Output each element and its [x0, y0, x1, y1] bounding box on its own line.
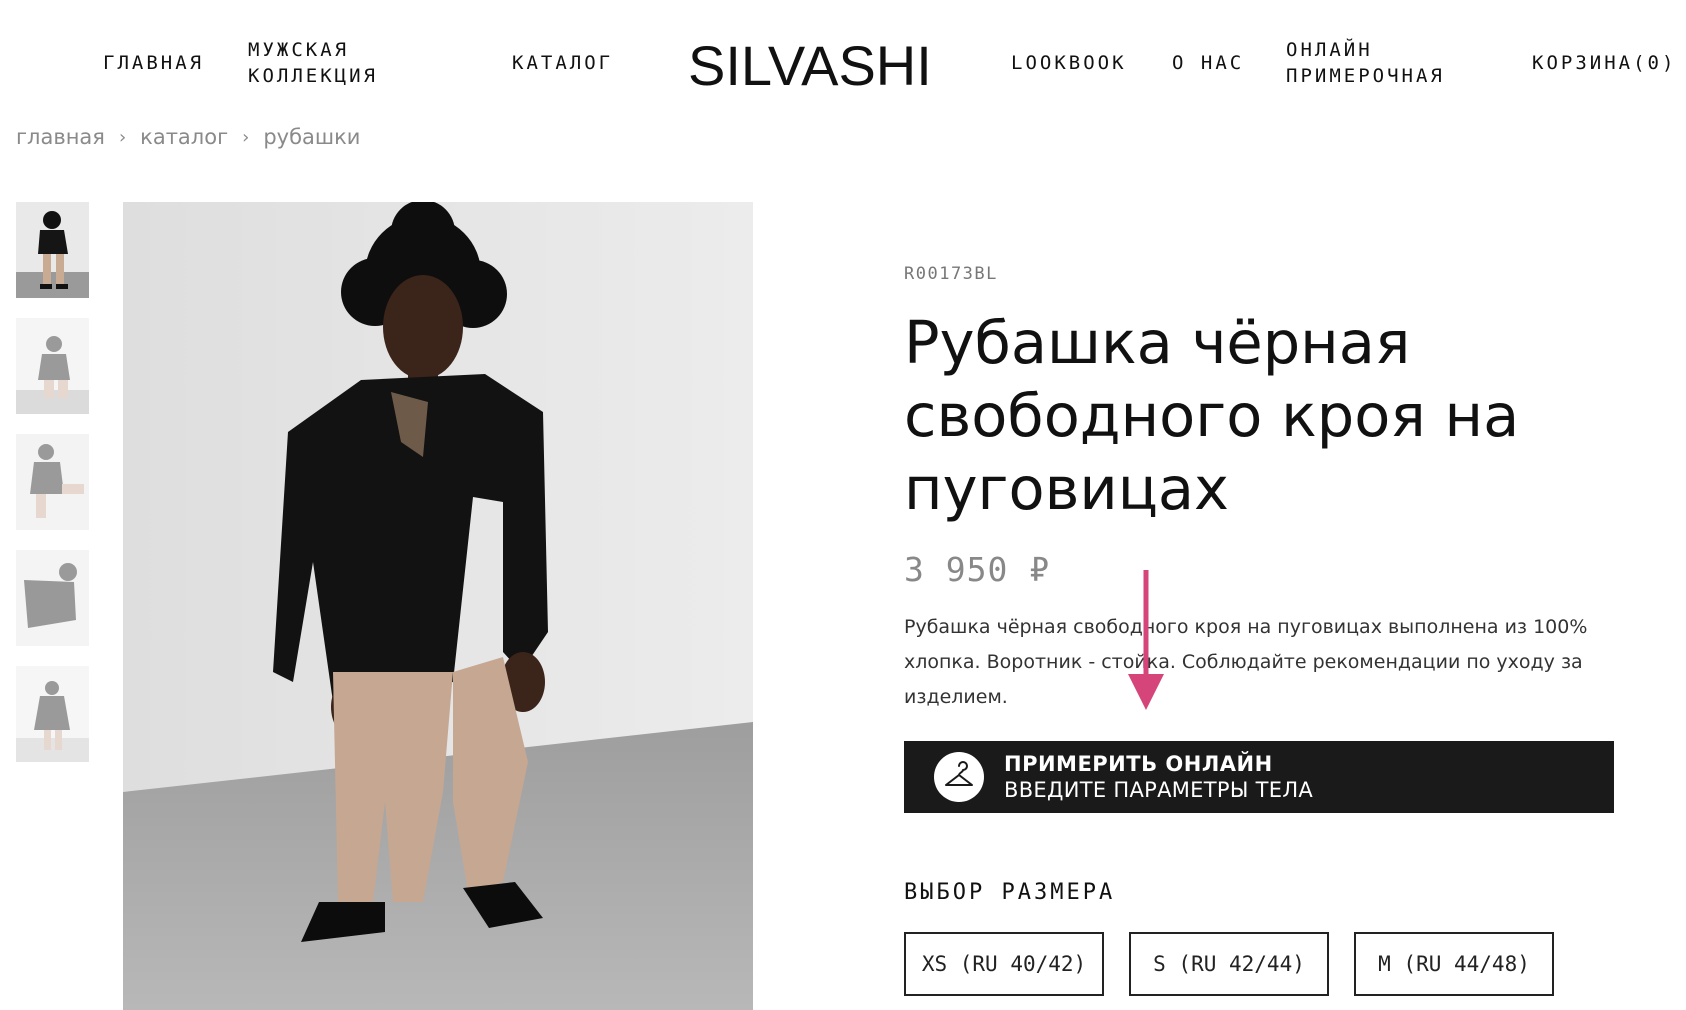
product-description: Рубашка чёрная свободного кроя на пугови…: [904, 616, 1588, 708]
nav-online-fitting[interactable]: ОНЛАЙН ПРИМЕРОЧНАЯ: [1286, 37, 1445, 89]
try-on-text: ПРИМЕРИТЬ ОНЛАЙН ВВЕДИТЕ ПАРАМЕТРЫ ТЕЛА: [1004, 751, 1313, 803]
product-sku: R00173BL: [904, 264, 998, 284]
nav-fitting-line1: ОНЛАЙН: [1286, 39, 1373, 61]
thumbnail-5[interactable]: [16, 666, 89, 762]
product-price: 3 950 ₽: [904, 550, 1051, 589]
nav-cart[interactable]: КОРЗИНА(0): [1532, 50, 1676, 76]
product-title: Рубашка чёрная свободного кроя на пугови…: [904, 306, 1604, 525]
breadcrumb-catalog[interactable]: каталог: [140, 125, 228, 149]
thumbnail-2[interactable]: [16, 318, 89, 414]
product-title-line2: свободного кроя на: [904, 381, 1520, 450]
try-on-online-button[interactable]: ПРИМЕРИТЬ ОНЛАЙН ВВЕДИТЕ ПАРАМЕТРЫ ТЕЛА: [904, 741, 1614, 813]
nav-catalog[interactable]: КАТАЛОГ: [512, 50, 613, 76]
breadcrumb-current: рубашки: [263, 125, 361, 149]
breadcrumb-home[interactable]: главная: [16, 125, 105, 149]
breadcrumb-separator: ›: [242, 126, 250, 148]
thumbnail-1[interactable]: [16, 202, 89, 298]
arrow-down-icon: [1128, 570, 1164, 710]
nav-mens-collection[interactable]: МУЖСКАЯ КОЛЛЕКЦИЯ: [248, 37, 378, 89]
product-title-line3: пуговицах: [904, 454, 1229, 523]
nav-about[interactable]: О НАС: [1172, 50, 1244, 76]
size-option-xs[interactable]: XS (RU 40/42): [904, 932, 1104, 996]
size-section-title: ВЫБОР РАЗМЕРА: [904, 880, 1116, 905]
size-option-m[interactable]: M (RU 44/48): [1354, 932, 1554, 996]
thumbnail-4[interactable]: [16, 550, 89, 646]
nav-mens-line2: КОЛЛЕКЦИЯ: [248, 65, 378, 87]
nav-lookbook[interactable]: LOOKBOOK: [1011, 50, 1127, 76]
thumbnail-3[interactable]: [16, 434, 89, 530]
hanger-icon: [934, 752, 984, 802]
nav-fitting-line2: ПРИМЕРОЧНАЯ: [1286, 65, 1445, 87]
thumbnail-list: [16, 202, 89, 782]
breadcrumb: главная › каталог › рубашки: [16, 125, 360, 149]
try-on-subtitle: ВВЕДИТЕ ПАРАМЕТРЫ ТЕЛА: [1004, 778, 1314, 802]
logo[interactable]: SILVASHI: [688, 36, 932, 96]
product-title-line1: Рубашка чёрная: [904, 308, 1411, 377]
size-option-s[interactable]: S (RU 42/44): [1129, 932, 1329, 996]
nav-home[interactable]: ГЛАВНАЯ: [103, 50, 204, 76]
breadcrumb-separator: ›: [118, 126, 127, 148]
product-main-photo[interactable]: [123, 202, 753, 1010]
nav-mens-line1: МУЖСКАЯ: [248, 39, 350, 61]
try-on-title: ПРИМЕРИТЬ ОНЛАЙН: [1004, 752, 1273, 776]
